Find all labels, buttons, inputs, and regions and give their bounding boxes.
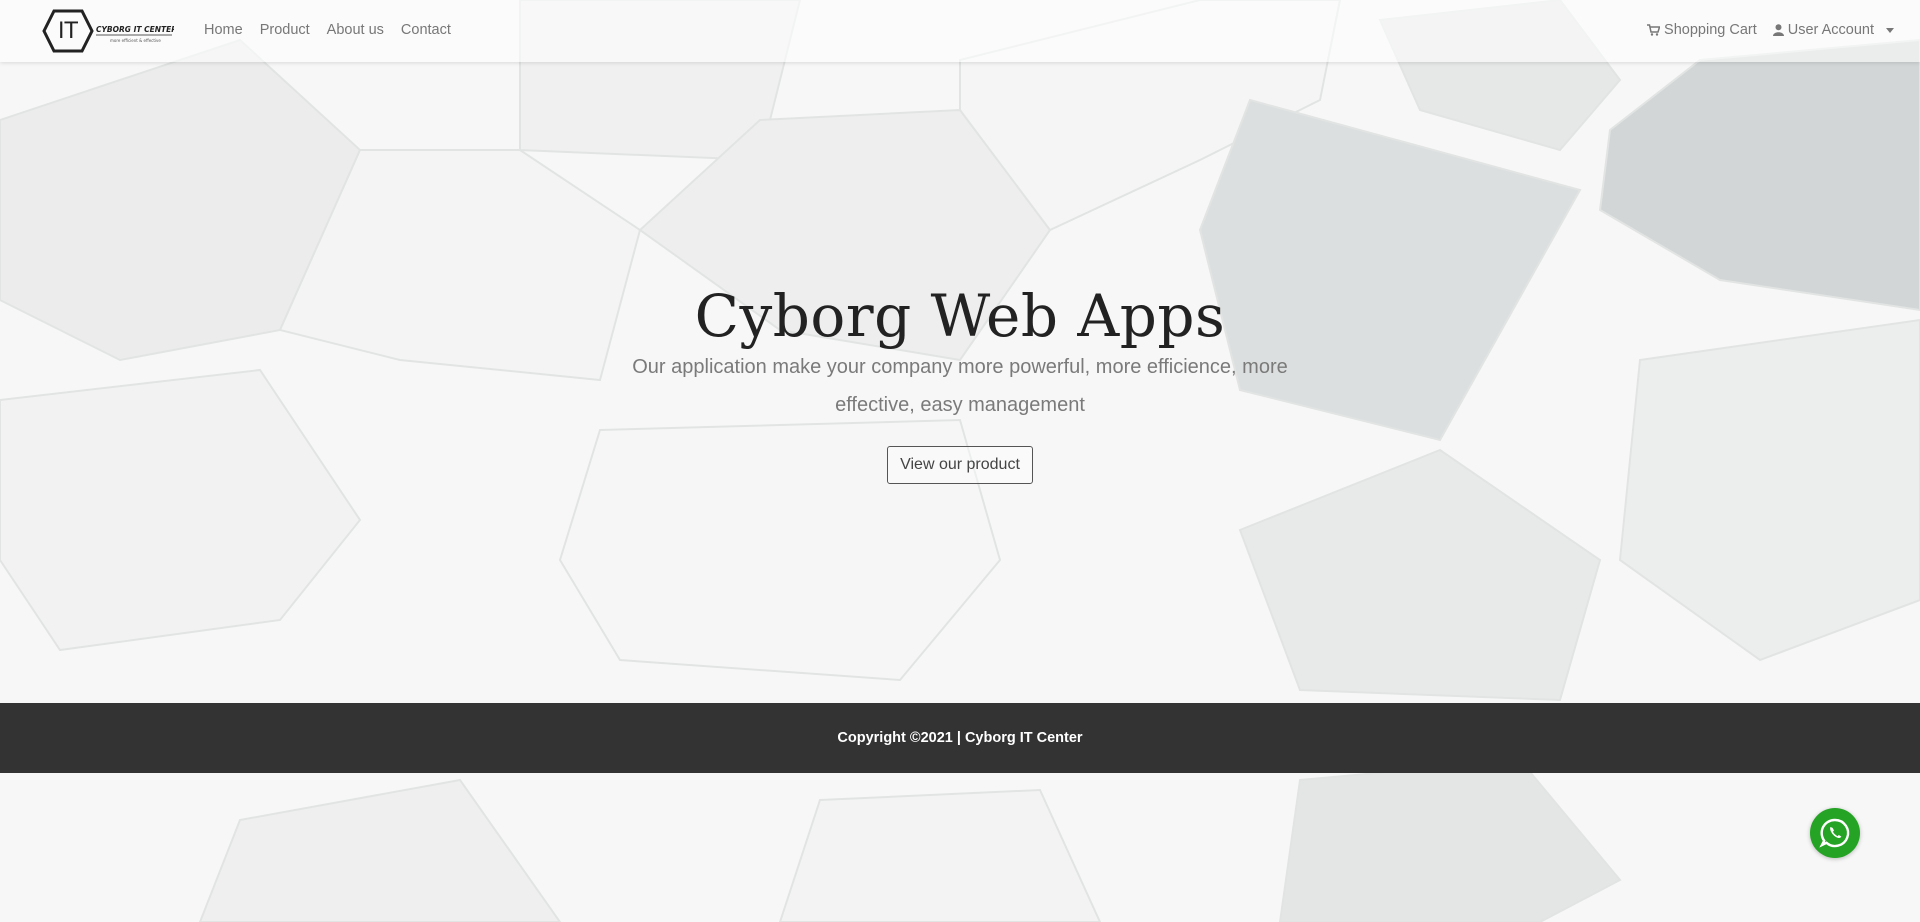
nav-home[interactable]: Home [204,22,243,38]
nav-about[interactable]: About us [327,22,384,38]
hero-title: Cyborg Web Apps [694,282,1226,350]
user-icon [1772,24,1784,36]
svg-text:IT: IT [58,19,78,44]
nav-product[interactable]: Product [260,22,310,38]
whatsapp-button[interactable] [1810,808,1860,858]
navbar: IT CYBORG IT CENTER more efficient & eff… [0,0,1920,62]
copyright-text: Copyright ©2021 | Cyborg IT Center [837,730,1083,746]
user-account-dropdown[interactable]: User Account [1772,22,1894,38]
cart-icon [1647,24,1661,36]
hero-section: Cyborg Web Apps Our application make you… [0,62,1920,703]
primary-nav: Home Product About us Contact [204,22,468,38]
footer: Copyright ©2021 | Cyborg IT Center [0,703,1920,773]
shopping-cart-link[interactable]: Shopping Cart [1647,22,1757,38]
whatsapp-icon [1819,818,1850,848]
user-account-label: User Account [1787,22,1874,38]
brand-logo[interactable]: IT CYBORG IT CENTER more efficient & eff… [40,8,174,54]
shopping-cart-label: Shopping Cart [1664,22,1757,38]
nav-contact[interactable]: Contact [401,22,451,38]
hero-subtitle: Our application make your company more p… [632,356,1288,416]
view-product-button[interactable]: View our product [887,446,1033,484]
chevron-down-icon [1886,27,1894,33]
secondary-nav: Shopping Cart User Account [1647,22,1894,38]
svg-text:more efficient & effective: more efficient & effective [110,38,161,43]
svg-text:CYBORG IT CENTER: CYBORG IT CENTER [96,25,174,34]
